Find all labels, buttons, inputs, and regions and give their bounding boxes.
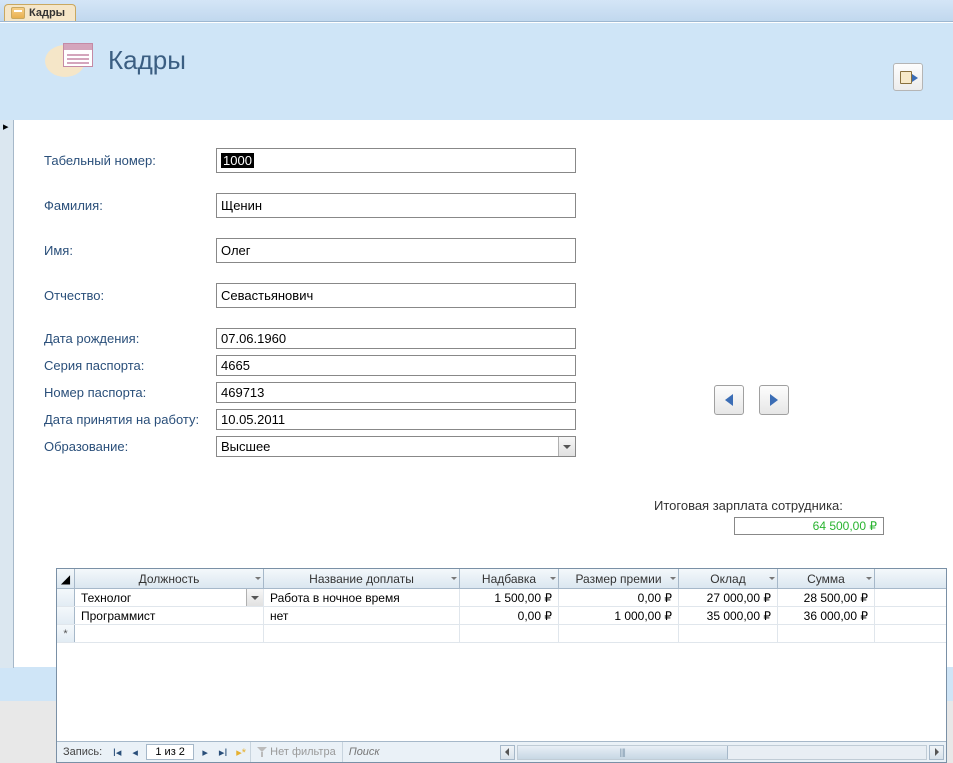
cell-sum[interactable]: 36 000,00 ₽ bbox=[778, 607, 875, 624]
form-body: Кадры ▸ Табельный номер: 1000 Фамилия: И… bbox=[0, 22, 953, 701]
positions-subform: ◢ Должность Название доплаты Надбавка Ра… bbox=[56, 568, 947, 763]
total-salary-label: Итоговая зарплата сотрудника: bbox=[654, 498, 843, 513]
cell-premium[interactable]: 0,00 ₽ bbox=[559, 589, 679, 606]
emp-no-label: Табельный номер: bbox=[44, 153, 216, 168]
col-allowance[interactable]: Надбавка bbox=[460, 569, 559, 588]
subform-select-all[interactable]: ◢ bbox=[57, 569, 75, 588]
education-value: Высшее bbox=[217, 439, 558, 454]
form-title: Кадры bbox=[108, 45, 186, 76]
subform-hscroll bbox=[498, 745, 946, 760]
col-position[interactable]: Должность bbox=[75, 569, 264, 588]
nav-prev-button[interactable]: ◂ bbox=[126, 744, 144, 761]
chevron-down-icon bbox=[550, 577, 556, 580]
door-exit-icon bbox=[900, 69, 916, 85]
passport-no-label: Номер паспорта: bbox=[44, 385, 216, 400]
passport-series-label: Серия паспорта: bbox=[44, 358, 216, 373]
dob-label: Дата рождения: bbox=[44, 331, 216, 346]
col-salary[interactable]: Оклад bbox=[679, 569, 778, 588]
nav-filter-indicator[interactable]: Нет фильтра bbox=[250, 742, 343, 762]
subform-header: ◢ Должность Название доплаты Надбавка Ра… bbox=[57, 569, 946, 589]
tab-kadry[interactable]: Кадры bbox=[4, 4, 76, 21]
subform-record-nav: Запись: І◂ ◂ ▸ ▸І ▸* Нет фильтра bbox=[57, 741, 946, 762]
col-bonus-name[interactable]: Название доплаты bbox=[264, 569, 460, 588]
form-icon bbox=[11, 7, 25, 19]
cell-allowance[interactable]: 0,00 ₽ bbox=[460, 607, 559, 624]
prev-record-button[interactable] bbox=[714, 385, 744, 415]
new-record-icon[interactable]: * bbox=[57, 625, 75, 642]
passport-no-input[interactable] bbox=[216, 382, 576, 403]
nav-position-input[interactable] bbox=[146, 744, 194, 760]
education-label: Образование: bbox=[44, 439, 216, 454]
form-header: Кадры bbox=[0, 23, 953, 98]
dob-input[interactable] bbox=[216, 328, 576, 349]
scroll-thumb[interactable] bbox=[518, 746, 728, 759]
patronymic-label: Отчество: bbox=[44, 288, 216, 303]
current-record-marker-icon: ▸ bbox=[0, 120, 13, 133]
filter-icon bbox=[257, 747, 267, 757]
row-selector[interactable] bbox=[57, 607, 75, 624]
cell-position[interactable]: Программист bbox=[75, 607, 264, 624]
close-form-button[interactable] bbox=[893, 63, 923, 91]
nav-last-button[interactable]: ▸І bbox=[214, 744, 232, 761]
chevron-down-icon bbox=[451, 577, 457, 580]
nav-new-button[interactable]: ▸* bbox=[232, 744, 250, 761]
record-selector[interactable]: ▸ bbox=[0, 120, 14, 668]
chevron-down-icon bbox=[255, 577, 261, 580]
form-logo-icon bbox=[45, 41, 93, 81]
cell-salary[interactable]: 35 000,00 ₽ bbox=[679, 607, 778, 624]
nav-record-label: Запись: bbox=[57, 746, 108, 758]
table-row[interactable]: Технолог Работа в ночное время 1 500,00 … bbox=[57, 589, 946, 607]
cell-allowance[interactable]: 1 500,00 ₽ bbox=[460, 589, 559, 606]
nav-next-button[interactable]: ▸ bbox=[196, 744, 214, 761]
cell-sum[interactable]: 28 500,00 ₽ bbox=[778, 589, 875, 606]
cell-bonus-name[interactable]: нет bbox=[264, 607, 460, 624]
next-record-button[interactable] bbox=[759, 385, 789, 415]
nav-first-button[interactable]: І◂ bbox=[108, 744, 126, 761]
firstname-label: Имя: bbox=[44, 243, 216, 258]
tab-label: Кадры bbox=[29, 7, 65, 19]
lastname-label: Фамилия: bbox=[44, 198, 216, 213]
col-sum[interactable]: Сумма bbox=[778, 569, 875, 588]
cell-salary[interactable]: 27 000,00 ₽ bbox=[679, 589, 778, 606]
table-row[interactable]: Программист нет 0,00 ₽ 1 000,00 ₽ 35 000… bbox=[57, 607, 946, 625]
chevron-down-icon[interactable] bbox=[558, 437, 575, 456]
table-row-new[interactable]: * bbox=[57, 625, 946, 643]
hire-date-input[interactable] bbox=[216, 409, 576, 430]
passport-series-input[interactable] bbox=[216, 355, 576, 376]
cell-premium[interactable]: 1 000,00 ₽ bbox=[559, 607, 679, 624]
row-selector[interactable] bbox=[57, 589, 75, 606]
lastname-input[interactable] bbox=[216, 193, 576, 218]
nav-search-input[interactable] bbox=[343, 745, 498, 760]
hire-date-label: Дата принятия на работу: bbox=[44, 412, 216, 427]
scroll-track[interactable] bbox=[517, 745, 927, 760]
scroll-left-button[interactable] bbox=[500, 745, 515, 760]
scroll-right-button[interactable] bbox=[929, 745, 944, 760]
chevron-down-icon bbox=[670, 577, 676, 580]
chevron-down-icon bbox=[866, 577, 872, 580]
emp-no-input[interactable]: 1000 bbox=[216, 148, 576, 173]
tab-bar: Кадры bbox=[0, 0, 953, 22]
chevron-down-icon[interactable] bbox=[246, 589, 263, 606]
subform-body: Технолог Работа в ночное время 1 500,00 … bbox=[57, 589, 946, 741]
education-combo[interactable]: Высшее bbox=[216, 436, 576, 457]
cell-position[interactable]: Технолог bbox=[75, 589, 264, 606]
patronymic-input[interactable] bbox=[216, 283, 576, 308]
chevron-down-icon bbox=[769, 577, 775, 580]
firstname-input[interactable] bbox=[216, 238, 576, 263]
detail-section: Табельный номер: 1000 Фамилия: Имя: Отче… bbox=[14, 120, 953, 667]
col-premium[interactable]: Размер премии bbox=[559, 569, 679, 588]
emp-no-value: 1000 bbox=[221, 153, 254, 168]
cell-bonus-name[interactable]: Работа в ночное время bbox=[264, 589, 460, 606]
total-salary-value: 64 500,00 ₽ bbox=[734, 517, 884, 535]
